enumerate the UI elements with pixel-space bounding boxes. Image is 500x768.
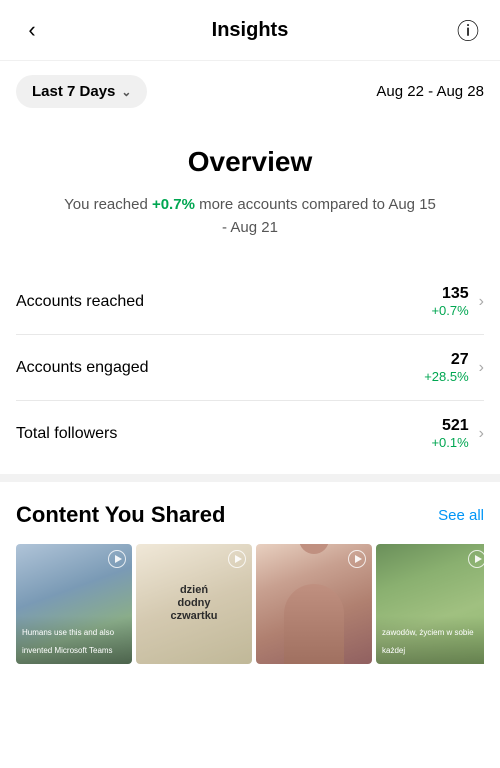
- back-icon: ‹: [28, 17, 35, 43]
- chevron-right-icon: ›: [479, 425, 484, 443]
- stat-change-accounts-reached: +0.7%: [431, 303, 468, 318]
- overview-subtitle-post: more accounts compared to Aug 15 - Aug 2…: [195, 196, 436, 236]
- see-all-link[interactable]: See all: [438, 507, 484, 524]
- play-icon: [355, 555, 362, 563]
- date-range-display: Aug 22 - Aug 28: [376, 83, 484, 100]
- play-icon: [235, 555, 242, 563]
- date-filter-label: Last 7 Days: [32, 83, 115, 100]
- person-head: [299, 544, 329, 554]
- overview-highlight: +0.7%: [152, 196, 195, 213]
- thumb-overlay-4: zawodów, życiem w sobie każdej: [376, 616, 484, 664]
- thumb-caption-1: Humans use this and also invented Micros…: [22, 628, 114, 655]
- reel-icon-1: [108, 550, 126, 568]
- reel-icon-2: [228, 550, 246, 568]
- overview-section: Overview You reached +0.7% more accounts…: [0, 122, 500, 259]
- date-filter-button[interactable]: Last 7 Days ⌄: [16, 75, 147, 108]
- content-section-title: Content You Shared: [16, 502, 225, 528]
- stat-item-accounts-engaged[interactable]: Accounts engaged 27 +28.5% ›: [16, 335, 484, 401]
- stat-label-total-followers: Total followers: [16, 425, 117, 443]
- thumbnails-row: Humans use this and also invented Micros…: [16, 544, 484, 664]
- thumbnail-3[interactable]: [256, 544, 372, 664]
- info-icon: ⓘ: [457, 14, 479, 46]
- stat-change-accounts-engaged: +28.5%: [424, 369, 468, 384]
- stat-item-accounts-reached[interactable]: Accounts reached 135 +0.7% ›: [16, 269, 484, 335]
- stat-right-accounts-reached: 135 +0.7% ›: [431, 285, 484, 318]
- stat-item-total-followers[interactable]: Total followers 521 +0.1% ›: [16, 401, 484, 466]
- stat-values-total-followers: 521 +0.1%: [431, 417, 468, 450]
- back-button[interactable]: ‹: [16, 14, 48, 46]
- app-header: ‹ Insights ⓘ: [0, 0, 500, 61]
- stat-right-total-followers: 521 +0.1% ›: [431, 417, 484, 450]
- reel-icon-4: [468, 550, 484, 568]
- stats-list: Accounts reached 135 +0.7% › Accounts en…: [0, 269, 500, 466]
- thumb-caption-4: zawodów, życiem w sobie każdej: [382, 628, 474, 655]
- stat-number-total-followers: 521: [431, 417, 468, 435]
- overview-title: Overview: [20, 146, 480, 178]
- stat-values-accounts-reached: 135 +0.7%: [431, 285, 468, 318]
- thumb-overlay-1: Humans use this and also invented Micros…: [16, 616, 132, 664]
- stat-change-total-followers: +0.1%: [431, 435, 468, 450]
- thumb-big-text-2: dzień dodny czwartku: [165, 584, 223, 624]
- overview-subtitle: You reached +0.7% more accounts compared…: [60, 194, 440, 239]
- date-filter-row: Last 7 Days ⌄ Aug 22 - Aug 28: [0, 61, 500, 122]
- play-icon: [475, 555, 482, 563]
- content-section: Content You Shared See all Humans use th…: [0, 482, 500, 680]
- stat-values-accounts-engaged: 27 +28.5%: [424, 351, 468, 384]
- page-title: Insights: [48, 19, 452, 42]
- stat-number-accounts-engaged: 27: [424, 351, 468, 369]
- chevron-right-icon: ›: [479, 293, 484, 311]
- person-silhouette: [284, 584, 344, 664]
- thumb-text-overlay-2: dzień dodny czwartku: [165, 584, 223, 624]
- thumbnail-4[interactable]: zawodów, życiem w sobie każdej: [376, 544, 484, 664]
- reel-icon-3: [348, 550, 366, 568]
- stat-label-accounts-reached: Accounts reached: [16, 293, 144, 311]
- section-divider: [0, 474, 500, 482]
- stat-right-accounts-engaged: 27 +28.5% ›: [424, 351, 484, 384]
- chevron-right-icon: ›: [479, 359, 484, 377]
- content-header: Content You Shared See all: [16, 502, 484, 528]
- stat-number-accounts-reached: 135: [431, 285, 468, 303]
- thumbnail-1[interactable]: Humans use this and also invented Micros…: [16, 544, 132, 664]
- play-icon: [115, 555, 122, 563]
- overview-subtitle-pre: You reached: [64, 196, 152, 213]
- stat-label-accounts-engaged: Accounts engaged: [16, 359, 149, 377]
- chevron-down-icon: ⌄: [121, 85, 131, 99]
- thumbnail-2[interactable]: dzień dodny czwartku: [136, 544, 252, 664]
- info-button[interactable]: ⓘ: [452, 14, 484, 46]
